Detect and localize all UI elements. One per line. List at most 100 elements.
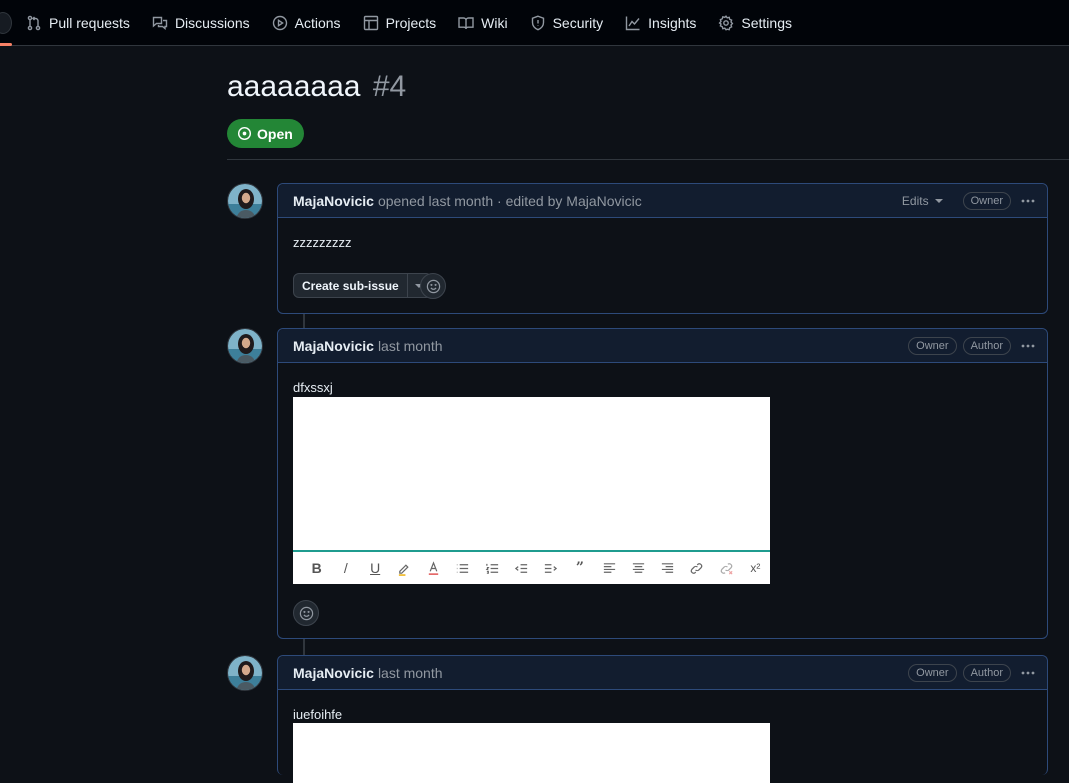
avatar[interactable] [227,183,263,219]
table-icon [363,15,378,31]
comment-menu-button[interactable] [1017,663,1039,683]
indent-icon [545,563,558,573]
tab-security[interactable]: Security [530,7,603,39]
comment-author[interactable]: MajaNovicic [293,193,374,209]
avatar-image [228,329,262,363]
create-subissue-group: Create sub-issue [293,273,432,298]
owner-badge: Owner [962,192,1011,210]
comment-body: dfxssxj [278,363,1047,395]
underline-button[interactable]: U [361,556,390,580]
graph-icon [625,16,640,31]
outdent-button[interactable] [507,556,536,580]
tab-label: Discussions [174,15,250,31]
author-badge: Author [962,337,1011,355]
comment-header: MajaNovicic opened last month · edited b… [278,184,1047,218]
embedded-editor[interactable] [293,723,770,783]
align-center-button[interactable] [624,556,653,580]
comment-text: zzzzzzzzz [293,235,352,250]
repo-nav: Pull requests Discussions Actions Projec… [0,0,1069,46]
unlink-icon [720,562,733,575]
align-left-button[interactable] [595,556,624,580]
tab-projects[interactable]: Projects [363,7,437,39]
tab-label: Actions [294,15,341,31]
tab-wiki[interactable]: Wiki [458,7,508,39]
smiley-icon [299,606,313,620]
link-button[interactable] [682,556,711,580]
unlink-button[interactable] [712,556,741,580]
timeline-connector [303,639,305,656]
discussions-icon [152,16,168,30]
chevron-down-icon [934,199,943,203]
book-icon [458,17,474,30]
numbered-list-icon [485,563,498,574]
highlighter-icon [398,563,409,576]
avatar[interactable] [227,655,263,691]
issue-state-label: Open [257,125,293,142]
superscript-button[interactable]: x² [741,556,770,580]
comment-author[interactable]: MajaNovicic [293,338,374,354]
tab-label: Insights [648,15,697,31]
align-right-button[interactable] [653,556,682,580]
active-tab-underline [0,43,12,46]
comment-text: dfxssxj [293,380,333,395]
avatar-image [228,656,262,690]
issue-number: #4 [372,70,407,103]
tab-pull-requests[interactable]: Pull requests [26,7,130,39]
numbered-list-button[interactable] [478,556,507,580]
gear-icon [718,15,734,31]
issue-opened-icon [237,126,252,141]
editor-toolbar: B / U ” x² [293,550,770,584]
comment-timestamp[interactable]: last month [378,338,443,354]
link-icon [691,562,703,574]
comment-header: MajaNovicic last month Owner Author [278,329,1047,363]
issue-title-text: aaaaaaaa [227,70,361,103]
create-subissue-button[interactable]: Create sub-issue [293,273,408,298]
tab-insights[interactable]: Insights [625,7,696,39]
author-badge: Author [962,664,1011,682]
smiley-icon [426,279,440,293]
font-color-button[interactable] [419,556,448,580]
bold-button[interactable]: B [302,556,331,580]
edits-label: Edits [901,194,929,208]
add-reaction-button[interactable] [420,273,446,299]
kebab-horizontal-icon [1021,199,1035,203]
comment-body: iuefoihfe [278,690,1047,722]
avatar-image [228,184,262,218]
align-center-icon [632,562,644,573]
avatar[interactable] [227,328,263,364]
comment: MajaNovicic last month Owner Author dfxs… [277,328,1048,639]
owner-badge: Owner [908,664,957,682]
header-divider [227,159,1069,160]
pull-request-icon [27,15,41,31]
outdent-icon [514,563,527,573]
comment-header: MajaNovicic last month Owner Author [278,656,1047,690]
comment-author[interactable]: MajaNovicic [293,665,374,681]
tab-actions[interactable]: Actions [272,7,341,39]
owner-badge: Owner [908,337,957,355]
highlight-button[interactable] [390,556,419,580]
align-left-icon [603,562,615,573]
italic-button[interactable]: / [331,556,360,580]
bullet-list-icon [457,563,469,573]
issue-state-badge: Open [227,119,304,148]
tab-settings[interactable]: Settings [718,7,792,39]
embedded-editor[interactable]: B / U ” x² [293,397,770,584]
add-reaction-button[interactable] [293,600,319,626]
code-tab-edge[interactable] [0,12,12,34]
indent-button[interactable] [536,556,565,580]
shield-icon [531,15,544,31]
comment-menu-button[interactable] [1017,336,1039,356]
comment-body: zzzzzzzzz [278,218,1047,250]
issue-body-comment: MajaNovicic opened last month · edited b… [277,183,1048,314]
tab-label: Settings [741,15,792,31]
edits-dropdown[interactable]: Edits [902,194,943,208]
bullet-list-button[interactable] [448,556,477,580]
comment-meta: opened last month · edited by MajaNovici… [377,192,642,209]
tab-label: Projects [385,15,437,31]
blockquote-button[interactable]: ” [565,556,594,580]
comment-text: iuefoihfe [293,707,343,722]
align-right-icon [662,562,674,573]
comment-menu-button[interactable] [1017,191,1039,211]
tab-discussions[interactable]: Discussions [152,7,250,39]
comment-timestamp[interactable]: last month [378,665,443,681]
